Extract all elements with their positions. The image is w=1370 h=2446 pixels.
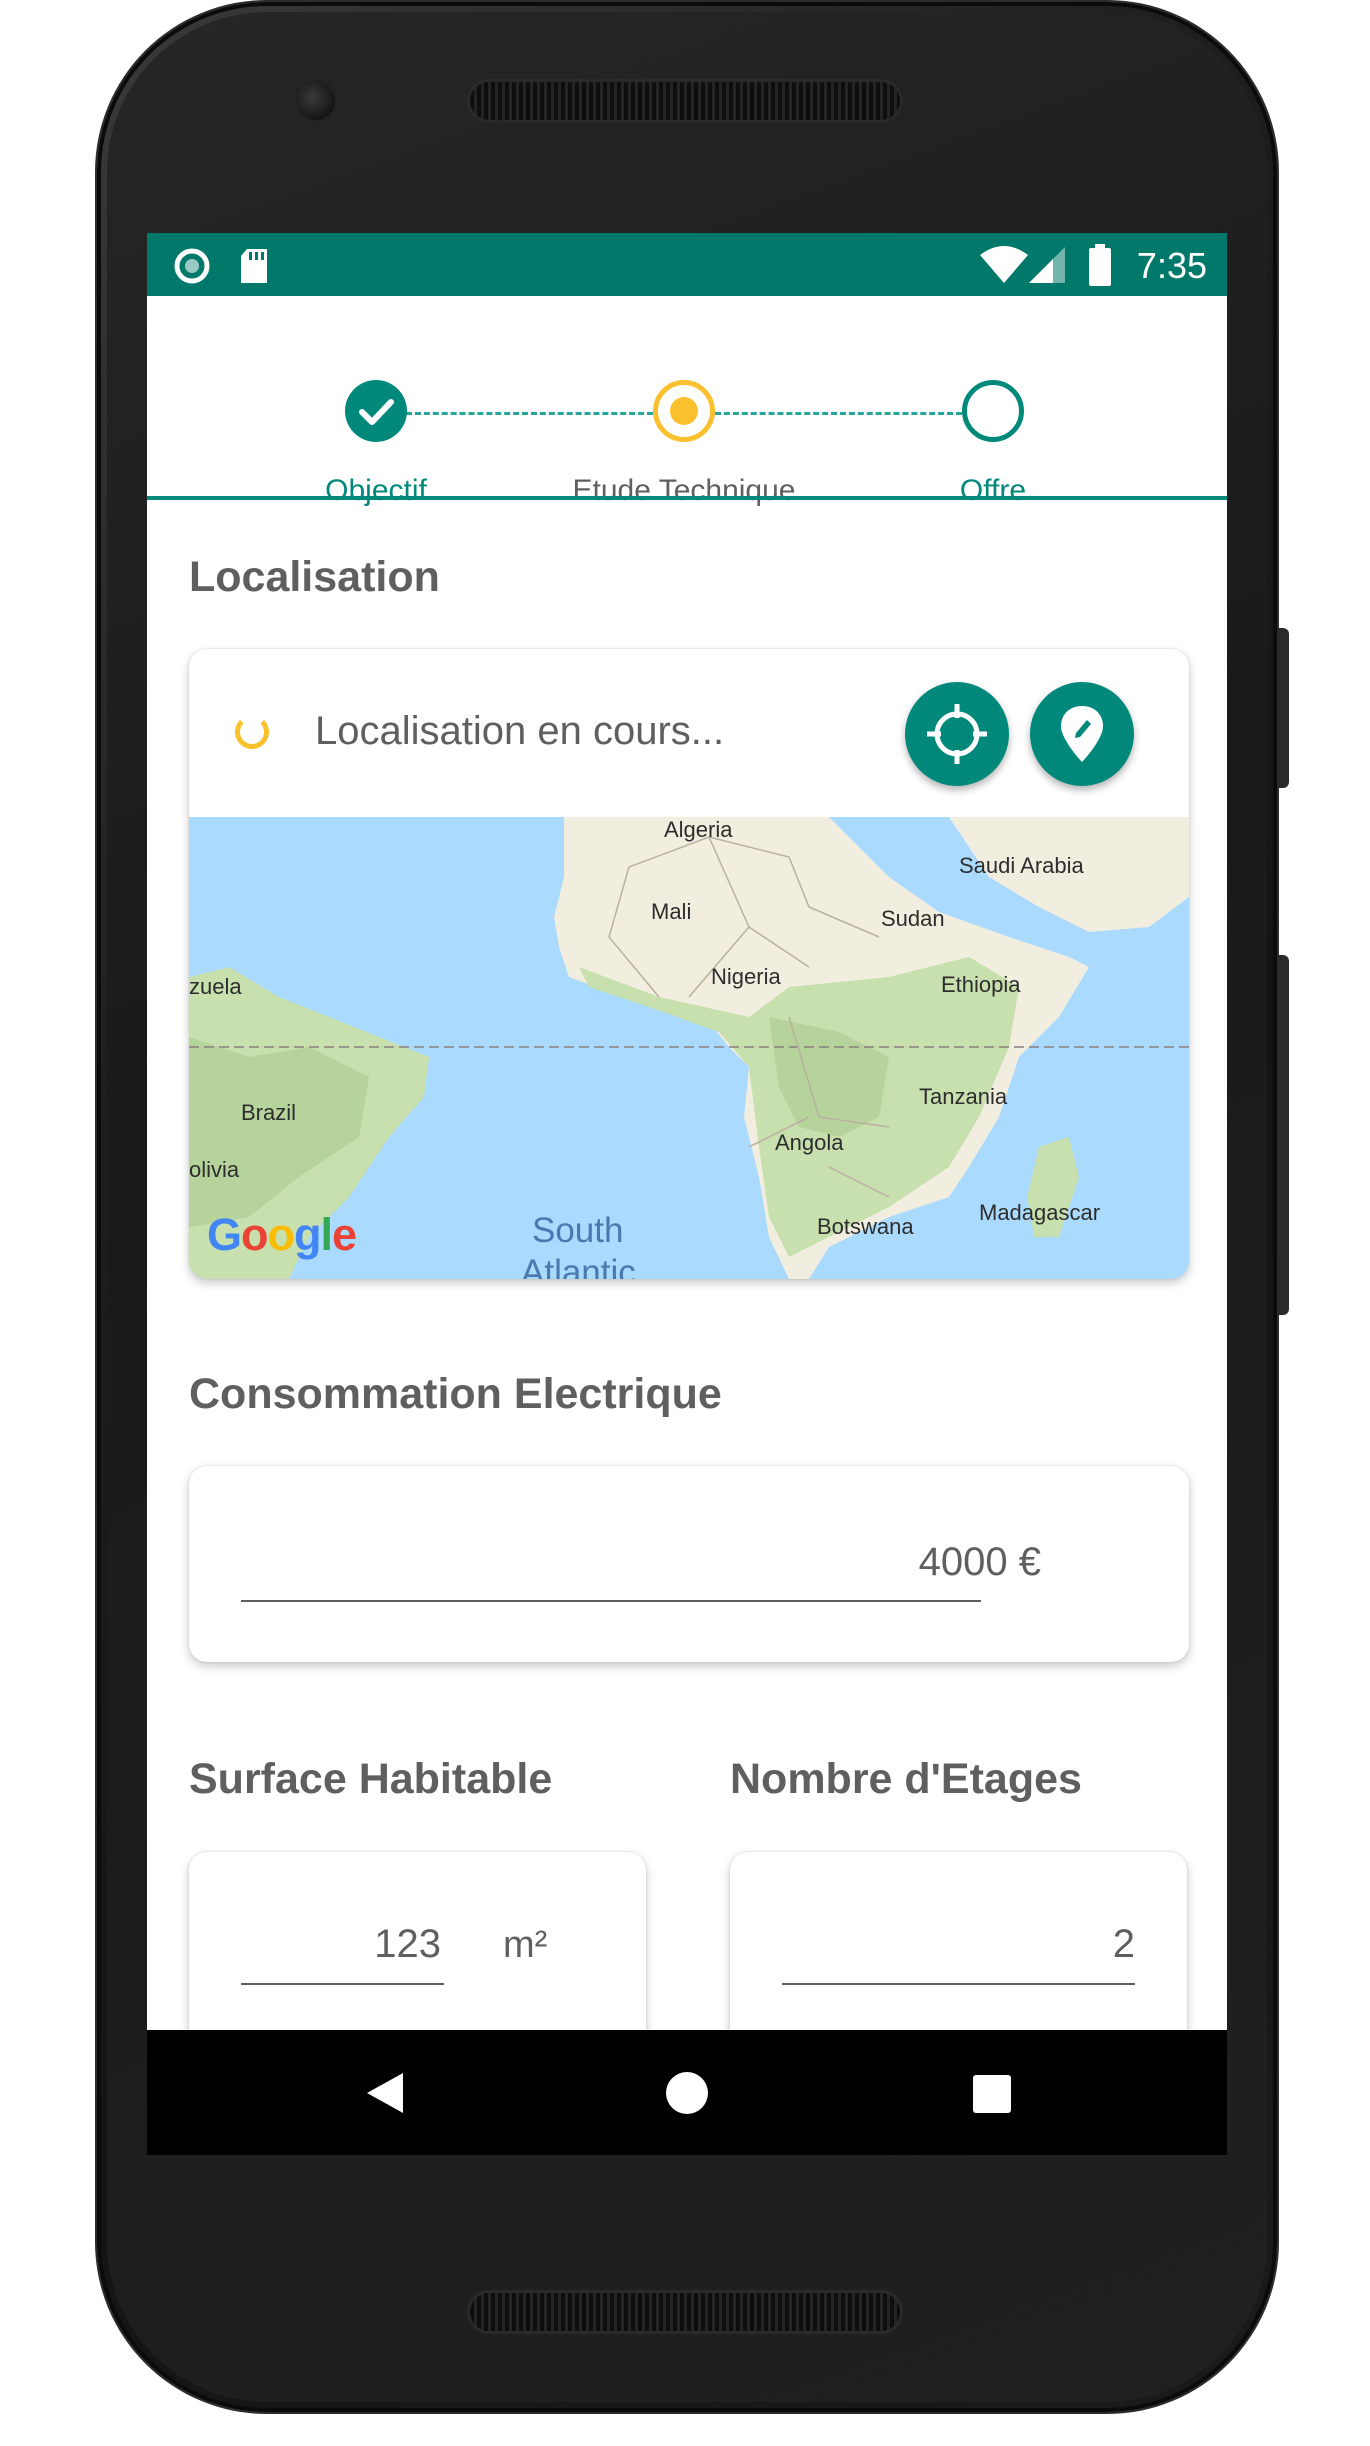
floors-input[interactable]: 2: [782, 1922, 1135, 1967]
navigation-bar: [147, 2030, 1227, 2155]
map-label: zuela: [189, 974, 242, 999]
status-time: 7:35: [1136, 245, 1207, 286]
surface-title: Surface Habitable: [189, 1755, 553, 1803]
battery-icon: [1089, 244, 1111, 286]
map-ocean-label: Atlantic: [521, 1253, 636, 1279]
step-connector: [715, 412, 962, 415]
map-label: Algeria: [664, 817, 733, 842]
consumption-card: 4000 €: [189, 1466, 1189, 1662]
consumption-input[interactable]: 4000 €: [241, 1540, 1041, 1585]
map-view[interactable]: Algeria Saudi Arabia Mali Sudan Nigeria …: [189, 817, 1189, 1279]
map-label: Angola: [775, 1130, 844, 1155]
step-label-objectif[interactable]: Objectif: [226, 474, 526, 508]
map-label: Madagascar: [979, 1200, 1101, 1225]
surface-input[interactable]: 123: [241, 1922, 441, 1967]
map-label: Brazil: [241, 1100, 297, 1125]
map-label: olivia: [189, 1157, 240, 1182]
floors-title: Nombre d'Etages: [730, 1755, 1082, 1803]
status-bar: 7:35: [147, 233, 1227, 296]
consumption-underline: [241, 1600, 981, 1602]
edit-location-button[interactable]: [1030, 682, 1134, 786]
edit-location-icon: [1061, 706, 1103, 762]
step-completed-icon[interactable]: [345, 380, 407, 442]
wifi-icon: [980, 246, 1028, 283]
map-label: Botswana: [817, 1214, 914, 1239]
volume-button: [1277, 955, 1289, 1315]
consumption-title: Consommation Electrique: [189, 1370, 722, 1418]
google-logo: Google: [207, 1209, 357, 1260]
loading-spinner: [235, 715, 269, 749]
sd-card-icon: [241, 249, 267, 283]
location-card: Localisation en cours... Algeria Saudi A…: [189, 649, 1189, 1279]
step-connector: [406, 412, 653, 415]
floors-underline: [782, 1983, 1135, 1985]
home-icon[interactable]: [665, 2071, 709, 2115]
step-current-icon[interactable]: [653, 380, 715, 442]
map-label: Sudan: [881, 906, 945, 931]
front-camera: [297, 82, 335, 120]
map-label: Tanzania: [919, 1084, 1008, 1109]
back-icon[interactable]: [363, 2070, 407, 2116]
power-button: [1277, 628, 1289, 788]
location-title: Localisation: [189, 553, 440, 601]
stepper: Objectif Etude Technique Offre: [147, 296, 1227, 507]
sync-icon: [174, 248, 210, 284]
signal-icon: [1029, 247, 1065, 283]
my-location-icon: [927, 704, 987, 764]
recents-icon[interactable]: [972, 2074, 1012, 2114]
screen: 7:35 Objectif Etude Technique Offre Loca…: [147, 233, 1227, 2155]
bottom-speaker: [470, 2293, 900, 2331]
map-label: Saudi Arabia: [959, 853, 1084, 878]
surface-underline: [241, 1983, 444, 1985]
top-speaker: [470, 82, 900, 120]
map-label: Nigeria: [711, 964, 781, 989]
step-label-etude-technique[interactable]: Etude Technique: [534, 474, 834, 508]
location-status-text: Localisation en cours...: [315, 709, 725, 753]
my-location-button[interactable]: [905, 682, 1009, 786]
map-ocean-label: South: [532, 1211, 624, 1250]
stepper-divider: [147, 496, 1227, 500]
step-label-offre[interactable]: Offre: [843, 474, 1143, 508]
surface-unit: m²: [503, 1924, 548, 1966]
map-label: Mali: [651, 899, 692, 924]
map-label: Ethiopia: [941, 972, 1021, 997]
step-pending-icon[interactable]: [962, 380, 1024, 442]
